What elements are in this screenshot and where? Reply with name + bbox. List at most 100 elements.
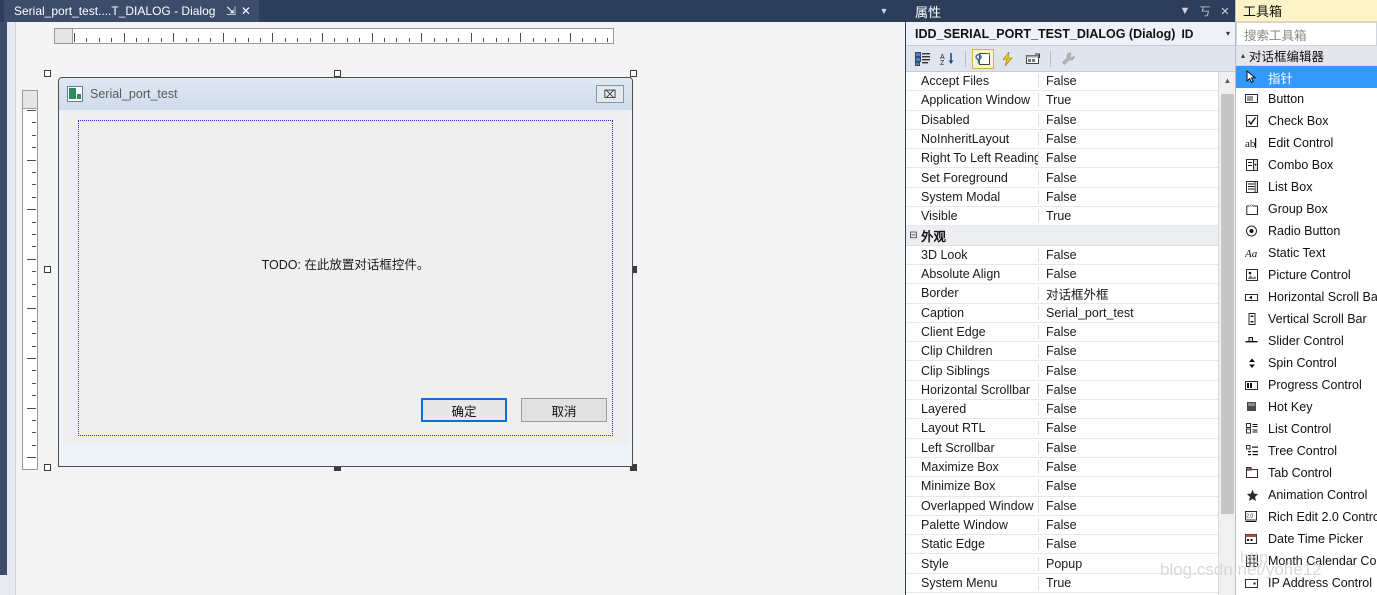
property-value[interactable]: False xyxy=(1039,171,1218,185)
categorized-view-button[interactable] xyxy=(912,49,934,69)
property-row[interactable]: Static Edge False xyxy=(906,535,1218,555)
property-value[interactable]: False xyxy=(1039,479,1218,493)
toolbox-item-slider-control[interactable]: Slider Control xyxy=(1236,330,1377,352)
pin-icon[interactable]: ⇲ xyxy=(223,3,238,19)
toolbox-item-month-calendar-control[interactable]: Month Calendar Control xyxy=(1236,550,1377,572)
toolbox-item-ip-address-control[interactable]: IP Address Control xyxy=(1236,572,1377,594)
dialog-preview[interactable]: Serial_port_test ⌧ TODO: 在此放置对话框控件。 确定 取… xyxy=(58,77,633,467)
toolbox-item-combo-box[interactable]: Combo Box xyxy=(1236,154,1377,176)
messages-button[interactable] xyxy=(1022,49,1044,69)
property-row[interactable]: 3D Look False xyxy=(906,246,1218,265)
property-row[interactable]: System Modal False xyxy=(906,188,1218,208)
property-grid[interactable]: Accept Files False Application Window True D… xyxy=(906,72,1235,595)
resize-handle-top-right[interactable] xyxy=(630,70,637,77)
dialog-selection-wrapper[interactable]: Serial_port_test ⌧ TODO: 在此放置对话框控件。 确定 取… xyxy=(44,56,644,476)
property-value[interactable]: True xyxy=(1039,576,1218,590)
toolbox-item-[interactable]: 指针 xyxy=(1236,66,1377,88)
cancel-button[interactable]: 取消 xyxy=(521,398,607,422)
toolbox-item-picture-control[interactable]: Picture Control xyxy=(1236,264,1377,286)
property-value[interactable]: Serial_port_test xyxy=(1039,306,1218,320)
property-row[interactable]: Minimize Box False xyxy=(906,477,1218,497)
wrench-icon[interactable] xyxy=(1057,49,1079,69)
property-value[interactable]: False xyxy=(1039,518,1218,532)
chevron-down-icon[interactable]: ▼ xyxy=(875,0,893,22)
alphabetical-sort-button[interactable]: A Z xyxy=(937,49,959,69)
property-value[interactable]: False xyxy=(1039,402,1218,416)
property-grid-scrollbar[interactable]: ▲ xyxy=(1218,72,1235,595)
property-value[interactable]: True xyxy=(1039,209,1218,223)
resize-handle-middle-left[interactable] xyxy=(44,266,51,273)
toolbox-group-dialog-editor[interactable]: ▴ 对话框编辑器 xyxy=(1236,46,1377,66)
property-value[interactable]: Popup xyxy=(1039,557,1218,571)
property-row[interactable]: Horizontal Scrollbar False xyxy=(906,381,1218,401)
events-button[interactable] xyxy=(997,49,1019,69)
chevron-down-icon[interactable]: ▼ xyxy=(1175,0,1195,22)
property-value[interactable]: False xyxy=(1039,421,1218,435)
property-value[interactable]: False xyxy=(1039,441,1218,455)
property-value[interactable]: False xyxy=(1039,364,1218,378)
property-value[interactable]: False xyxy=(1039,132,1218,146)
designer-canvas[interactable]: Serial_port_test ⌧ TODO: 在此放置对话框控件。 确定 取… xyxy=(16,22,905,595)
resize-handle-top-center[interactable] xyxy=(334,70,341,77)
property-row[interactable]: Border 对话框外框 xyxy=(906,284,1218,304)
property-value[interactable]: False xyxy=(1039,113,1218,127)
toolbox-item-hot-key[interactable]: Hot Key xyxy=(1236,396,1377,418)
property-value[interactable]: False xyxy=(1039,383,1218,397)
close-icon[interactable]: ✕ xyxy=(238,3,253,19)
property-value[interactable]: False xyxy=(1039,151,1218,165)
property-value[interactable]: False xyxy=(1039,344,1218,358)
property-row[interactable]: Overlapped Window False xyxy=(906,497,1218,516)
property-value[interactable]: False xyxy=(1039,499,1218,513)
scroll-up-arrow-icon[interactable]: ▲ xyxy=(1219,72,1235,89)
toolbox-item-list-control[interactable]: List Control xyxy=(1236,418,1377,440)
toolbox-item-tree-control[interactable]: Tree Control xyxy=(1236,440,1377,462)
scrollbar-thumb[interactable] xyxy=(1221,94,1234,514)
property-row[interactable]: Layered False xyxy=(906,400,1218,420)
property-value[interactable]: False xyxy=(1039,190,1218,204)
property-pages-button[interactable] xyxy=(972,48,994,69)
property-row[interactable]: Application Window True xyxy=(906,91,1218,111)
collapse-expander-icon[interactable]: ⊟ xyxy=(906,230,921,241)
property-row[interactable]: Style Popup xyxy=(906,554,1218,574)
toolbox-item-horizontal-scroll-bar[interactable]: Horizontal Scroll Bar xyxy=(1236,286,1377,308)
toolbox-item-rich-edit-2-0-control[interactable]: 2.0 Rich Edit 2.0 Control xyxy=(1236,506,1377,528)
toolbox-item-static-text[interactable]: Aa Static Text xyxy=(1236,242,1377,264)
ok-button[interactable]: 确定 xyxy=(421,398,507,422)
property-value[interactable]: False xyxy=(1039,74,1218,88)
toolbox-search-input[interactable]: 搜索工具箱 xyxy=(1236,22,1377,46)
property-value[interactable]: False xyxy=(1039,248,1218,262)
toolbox-item-date-time-picker[interactable]: Date Time Picker xyxy=(1236,528,1377,550)
property-value[interactable]: 对话框外框 xyxy=(1039,284,1218,303)
designer-surface[interactable]: Serial_port_test ⌧ TODO: 在此放置对话框控件。 确定 取… xyxy=(0,22,905,595)
property-row[interactable]: Set Foreground False xyxy=(906,168,1218,188)
toolbox-item-button[interactable]: Button xyxy=(1236,88,1377,110)
property-row[interactable]: Left Scrollbar False xyxy=(906,439,1218,458)
property-row[interactable]: NoInheritLayout False xyxy=(906,130,1218,150)
close-icon[interactable]: ✕ xyxy=(1215,0,1235,22)
toolbox-item-list-box[interactable]: List Box xyxy=(1236,176,1377,198)
toolbox-item-edit-control[interactable]: ab Edit Control xyxy=(1236,132,1377,154)
property-row[interactable]: Right To Left Reading False xyxy=(906,149,1218,169)
dialog-close-button[interactable]: ⌧ xyxy=(596,85,624,103)
property-value[interactable]: False xyxy=(1039,537,1218,551)
property-value[interactable]: False xyxy=(1039,325,1218,339)
toolbox-item-group-box[interactable]: xx Group Box xyxy=(1236,198,1377,220)
object-selector[interactable]: IDD_SERIAL_PORT_TEST_DIALOG (Dialog) ID … xyxy=(906,22,1235,46)
toolbox-item-vertical-scroll-bar[interactable]: Vertical Scroll Bar xyxy=(1236,308,1377,330)
property-row[interactable]: Disabled False xyxy=(906,111,1218,130)
toolbox-item-spin-control[interactable]: Spin Control xyxy=(1236,352,1377,374)
property-row[interactable]: Accept Files False xyxy=(906,72,1218,92)
property-row[interactable]: Palette Window False xyxy=(906,516,1218,536)
toolbox-item-tab-control[interactable]: Tab Control xyxy=(1236,462,1377,484)
property-row[interactable]: Clip Children False xyxy=(906,342,1218,362)
dialog-client-area[interactable]: TODO: 在此放置对话框控件。 确定 取消 xyxy=(62,110,629,444)
property-row[interactable]: Caption Serial_port_test xyxy=(906,304,1218,323)
property-value[interactable]: True xyxy=(1039,93,1218,107)
property-row[interactable]: Visible True xyxy=(906,207,1218,227)
property-row[interactable]: Layout RTL False xyxy=(906,419,1218,439)
toolbox-item-animation-control[interactable]: Animation Control xyxy=(1236,484,1377,506)
chevron-down-icon[interactable]: ▾ xyxy=(1221,29,1235,38)
resize-handle-bottom-left[interactable] xyxy=(44,464,51,471)
property-value[interactable]: False xyxy=(1039,267,1218,281)
toolbox-item-radio-button[interactable]: Radio Button xyxy=(1236,220,1377,242)
